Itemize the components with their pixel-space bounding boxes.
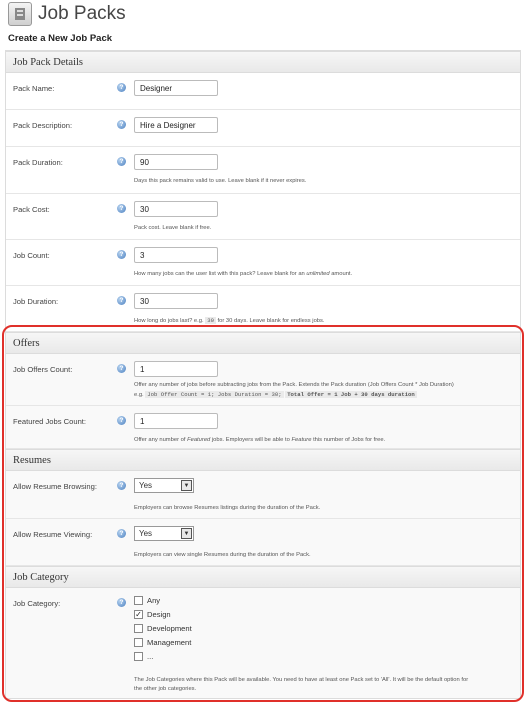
row-pack-duration: Pack Duration: ? 90 Days this pack remai… [6, 147, 520, 194]
pack-duration-label: Pack Duration: [13, 158, 63, 167]
pack-name-label: Pack Name: [13, 84, 55, 93]
category-option-any[interactable]: Any [134, 596, 160, 605]
featured-jobs-count-input[interactable]: 1 [134, 413, 218, 429]
checkbox-design[interactable]: ✓ [134, 610, 143, 619]
job-packs-icon [8, 2, 32, 26]
row-job-offers-count: Job Offers Count: ? 1 Offer any number o… [6, 354, 520, 406]
job-duration-label: Job Duration: [13, 297, 59, 306]
row-job-category: Job Category: ? Any ✓ Design Development… [6, 588, 520, 698]
job-count-label: Job Count: [13, 251, 50, 260]
allow-resume-browsing-label: Allow Resume Browsing: [13, 482, 97, 491]
section-header-offers: Offers [6, 332, 520, 354]
allow-resume-viewing-select[interactable]: Yes ▼ [134, 526, 194, 541]
row-pack-name: Pack Name: ? Designer [6, 73, 520, 110]
row-allow-resume-browsing: Allow Resume Browsing: ? Yes ▼ Employers … [6, 471, 520, 519]
checkbox-any[interactable] [134, 596, 143, 605]
help-icon[interactable]: ? [117, 598, 126, 607]
category-option-more[interactable]: ... [134, 652, 153, 661]
allow-resume-viewing-description: Employers can view single Resumes during… [134, 552, 311, 558]
pack-duration-input[interactable]: 90 [134, 154, 218, 170]
form-subtitle: Create a New Job Pack [8, 33, 113, 44]
pack-description-input[interactable]: Hire a Designer [134, 117, 218, 133]
job-offers-count-description: Offer any number of jobs before subtract… [134, 382, 454, 398]
allow-resume-browsing-description: Employers can browse Resumes listings du… [134, 505, 321, 511]
featured-jobs-count-label: Featured Jobs Count: [13, 417, 87, 426]
row-pack-cost: Pack Cost: ? 30 Pack cost. Leave blank i… [6, 194, 520, 240]
help-icon[interactable]: ? [117, 529, 126, 538]
job-offers-count-input[interactable]: 1 [134, 361, 218, 377]
help-icon[interactable]: ? [117, 157, 126, 166]
category-option-design[interactable]: ✓ Design [134, 610, 171, 619]
help-icon[interactable]: ? [117, 364, 126, 373]
section-header-category: Job Category [6, 566, 520, 588]
checkbox-development[interactable] [134, 624, 143, 633]
help-icon[interactable]: ? [117, 204, 126, 213]
row-featured-jobs-count: Featured Jobs Count: ? 1 Offer any numbe… [6, 406, 520, 449]
pack-cost-description: Pack cost. Leave blank if free. [134, 225, 212, 231]
job-duration-description: How long do jobs last? e.g. 30 for 30 da… [134, 317, 325, 324]
row-allow-resume-viewing: Allow Resume Viewing: ? Yes ▼ Employers c… [6, 519, 520, 566]
help-icon[interactable]: ? [117, 120, 126, 129]
row-job-duration: Job Duration: ? 30 How long do jobs last… [6, 286, 520, 332]
job-pack-form: Job Pack Details Pack Name: ? Designer P… [5, 50, 521, 699]
help-icon[interactable]: ? [117, 83, 126, 92]
allow-resume-viewing-label: Allow Resume Viewing: [13, 530, 93, 539]
pack-duration-description: Days this pack remains valid to use. Lea… [134, 178, 307, 184]
page-title: Job Packs [38, 3, 126, 24]
chevron-down-icon: ▼ [181, 480, 192, 491]
job-category-label: Job Category: [13, 599, 61, 608]
section-header-resumes: Resumes [6, 449, 520, 471]
page-header: Job Packs [8, 2, 126, 26]
section-header-details: Job Pack Details [6, 51, 520, 73]
checkbox-more[interactable] [134, 652, 143, 661]
category-option-management[interactable]: Management [134, 638, 191, 647]
help-icon[interactable]: ? [117, 481, 126, 490]
row-job-count: Job Count: ? 3 How many jobs can the use… [6, 240, 520, 286]
pack-name-input[interactable]: Designer [134, 80, 218, 96]
chevron-down-icon: ▼ [181, 528, 192, 539]
job-offers-count-label: Job Offers Count: [13, 365, 73, 374]
help-icon[interactable]: ? [117, 416, 126, 425]
row-pack-description: Pack Description: ? Hire a Designer [6, 110, 520, 147]
help-icon[interactable]: ? [117, 250, 126, 259]
allow-resume-browsing-select[interactable]: Yes ▼ [134, 478, 194, 493]
pack-cost-input[interactable]: 30 [134, 201, 218, 217]
pack-description-label: Pack Description: [13, 121, 73, 130]
job-duration-input[interactable]: 30 [134, 293, 218, 309]
job-category-description: The Job Categories where this Pack will … [134, 677, 469, 692]
pack-cost-label: Pack Cost: [13, 205, 50, 214]
checkbox-management[interactable] [134, 638, 143, 647]
job-count-description: How many jobs can the user list with thi… [134, 271, 353, 277]
category-option-development[interactable]: Development [134, 624, 192, 633]
help-icon[interactable]: ? [117, 296, 126, 305]
job-count-input[interactable]: 3 [134, 247, 218, 263]
featured-jobs-count-description: Offer any number of Featured jobs. Emplo… [134, 437, 386, 443]
